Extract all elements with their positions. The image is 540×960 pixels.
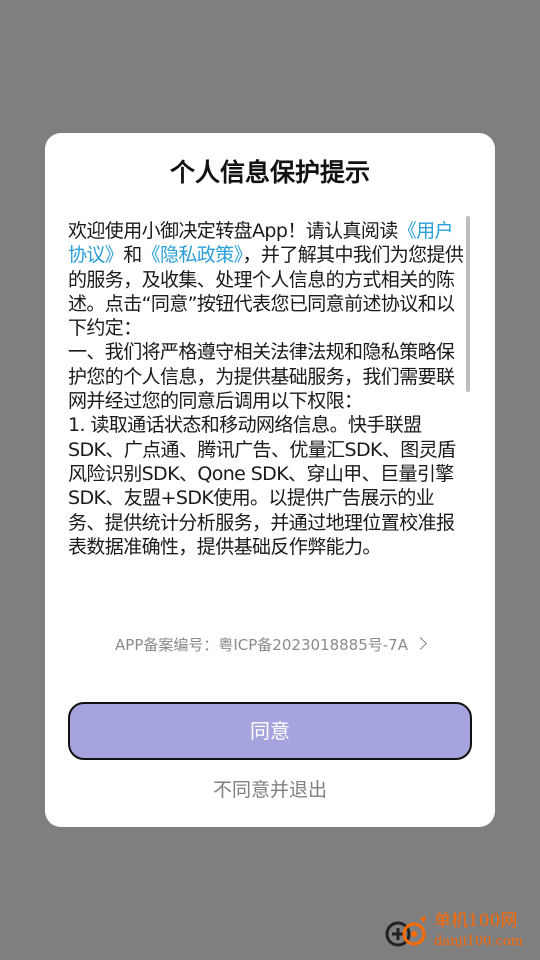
paragraph-1: 一、我们将严格遵守相关法律法规和隐私策略保护您的个人信息，为提供基础服务，我们需… [68,341,455,413]
gamepad-logo-icon [385,916,426,947]
intro-text: 欢迎使用小御决定转盘App！请认真阅读 [68,220,398,242]
and-text: 和 [123,244,142,267]
site-watermark: 单机100网 danji100.com [384,910,534,956]
watermark-domain: danji100.com [434,934,524,949]
privacy-dialog: 个人信息保护提示 欢迎使用小御决定转盘App！请认真阅读《用户协议》和《隐私政策… [45,133,495,827]
intro-paragraph: 欢迎使用小御决定转盘App！请认真阅读《用户协议》和《隐私政策》，并了解其中我们… [68,219,470,340]
paragraph-2: 1. 读取通话状态和移动网络信息。快手联盟SDK、广点通、腾讯广告、优量汇SDK… [68,414,456,558]
chevron-right-icon [414,637,427,650]
dialog-content-scroll[interactable]: 欢迎使用小御决定转盘App！请认真阅读《用户协议》和《隐私政策》，并了解其中我们… [68,219,470,593]
dialog-title: 个人信息保护提示 [169,158,370,187]
privacy-policy-link[interactable]: 《隐私政策》 [142,244,244,266]
disagree-exit-button[interactable]: 不同意并退出 [45,776,495,804]
agree-button[interactable]: 同意 [68,702,472,760]
icp-record-link[interactable]: APP备案编号：粤ICP备2023018885号-7A [45,633,495,657]
watermark-site-name: 单机100网 [434,911,518,931]
icp-record-text: APP备案编号：粤ICP备2023018885号-7A [115,636,408,654]
content-scrollbar[interactable] [466,216,470,392]
